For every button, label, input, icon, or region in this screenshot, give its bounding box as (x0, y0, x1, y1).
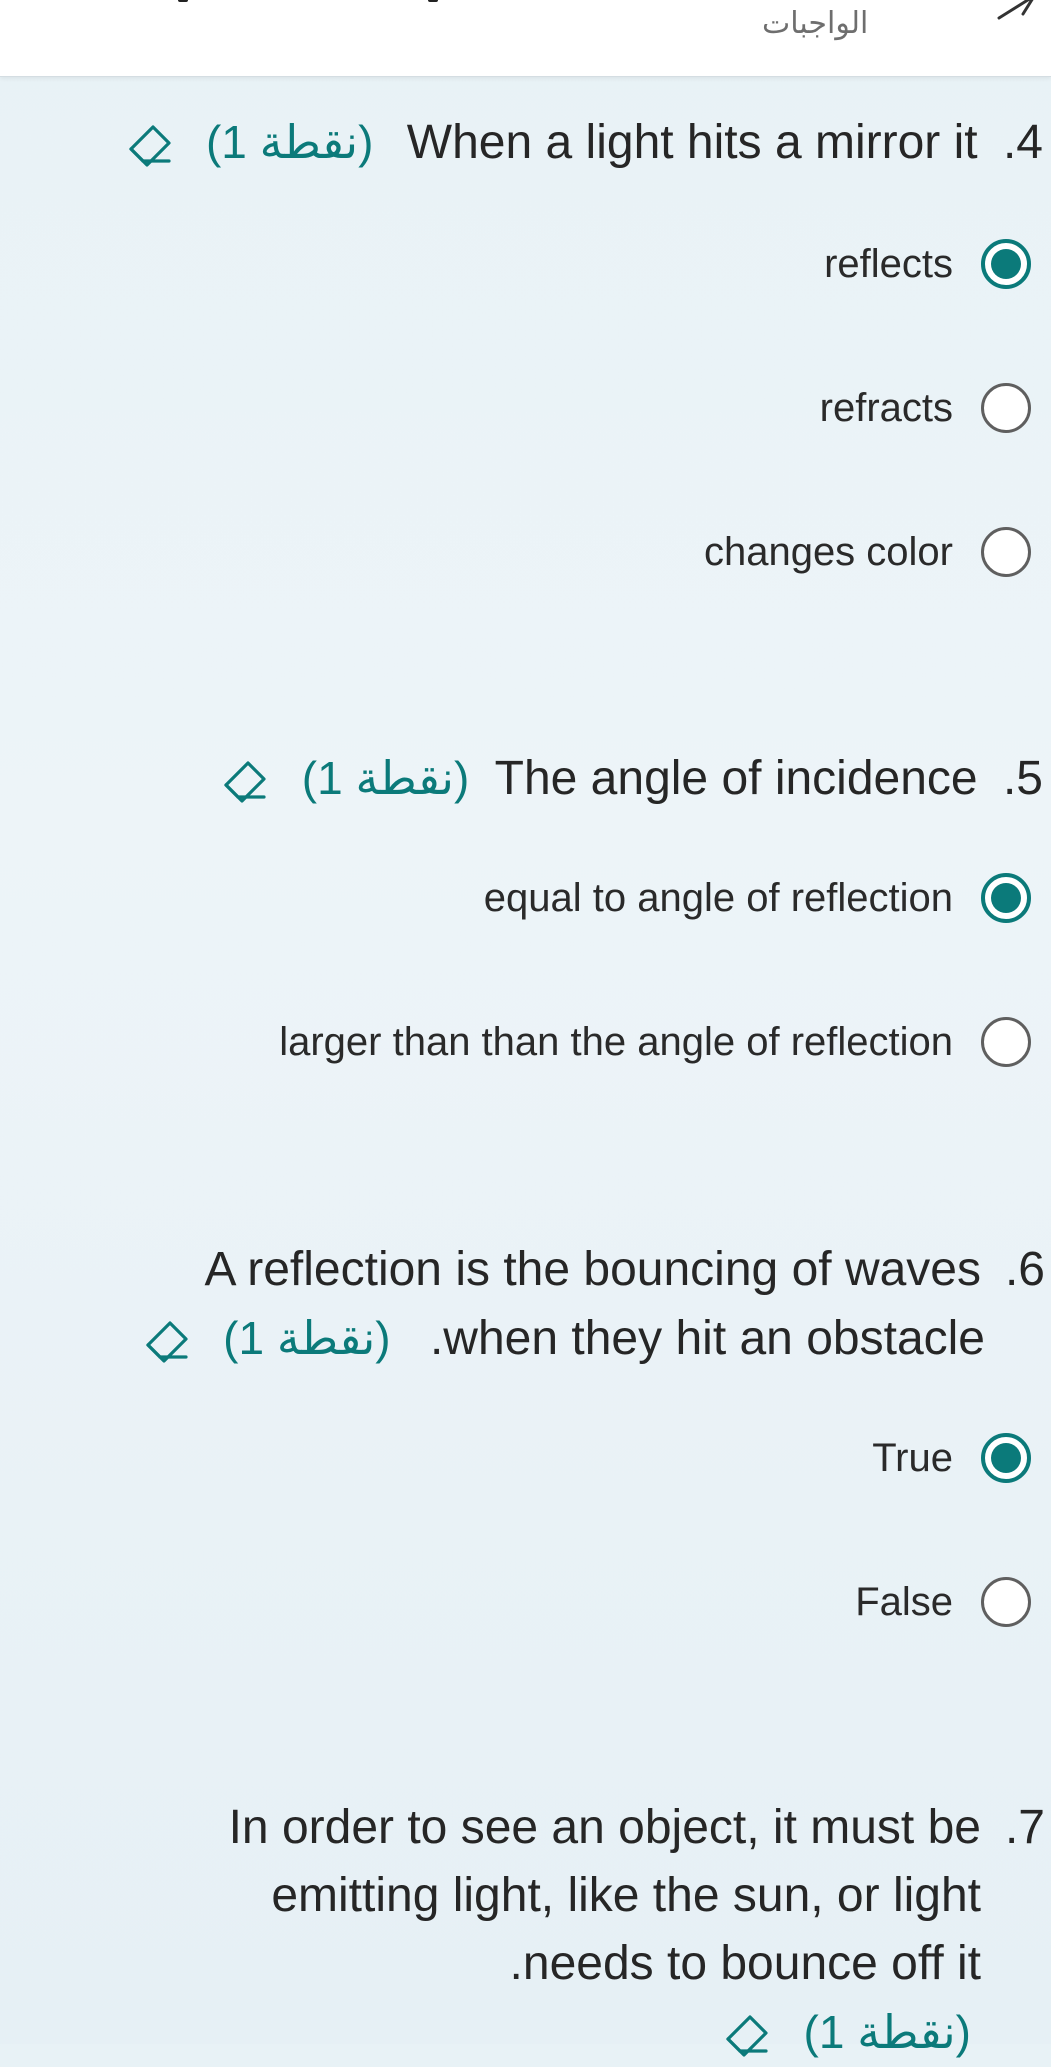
question-5-header: (1 نقطة) The angle of incidence .5 (218, 744, 1043, 813)
question-points: (1 نقطة) (205, 116, 374, 168)
question-points: (1 نقطة) (803, 2006, 971, 2058)
partial-title-glyph (178, 0, 188, 2)
option-label: True (872, 1435, 953, 1480)
radio-unselected[interactable] (981, 527, 1031, 577)
option-true[interactable]: True (872, 1426, 1031, 1490)
radio-unselected[interactable] (981, 383, 1031, 433)
option-false[interactable]: False (855, 1570, 1031, 1634)
eraser-icon[interactable] (123, 117, 179, 173)
question-4-header: (1 نقطة) When a light hits a mirror it .… (123, 108, 1043, 177)
question-number: .4 (1002, 116, 1043, 169)
option-label: False (855, 1579, 953, 1624)
radio-selected[interactable] (981, 1433, 1031, 1483)
option-changes-color[interactable]: changes color (704, 520, 1031, 584)
option-label: equal to angle of reflection (483, 875, 953, 920)
question-text-line: In order to see an object, it must be (228, 1801, 981, 1854)
question-points: (1 نقطة) (301, 752, 470, 804)
option-equal-to-angle[interactable]: equal to angle of reflection (484, 866, 1031, 930)
question-text-line: A reflection is the bouncing of waves (204, 1243, 981, 1296)
question-text-line: emitting light, like the sun, or light (271, 1869, 981, 1922)
radio-selected[interactable] (981, 239, 1031, 289)
question-text: When a light hits a mirror it (406, 116, 978, 169)
eraser-icon[interactable] (218, 753, 274, 809)
option-label: refracts (819, 385, 953, 430)
eraser-icon[interactable] (720, 2007, 776, 2063)
top-app-bar: الواجبات (0, 0, 1051, 77)
option-label: changes color (703, 529, 953, 574)
question-text: .when they hit an obstacle (429, 1312, 985, 1365)
question-text-line: .needs to bounce off it (509, 1937, 981, 1990)
question-6-line2: (1 نقطة) .when they hit an obstacle (140, 1304, 985, 1373)
radio-unselected[interactable] (981, 1577, 1031, 1627)
question-number: .7 (1004, 1801, 1045, 1854)
question-number: .6 (1004, 1243, 1045, 1296)
question-points: (1 نقطة) (223, 1312, 391, 1364)
option-label: larger than than the angle of reflection (279, 1019, 953, 1064)
option-larger-than[interactable]: larger than than the angle of reflection (279, 1010, 1031, 1074)
question-7-points-row: (1 نقطة) (720, 1998, 971, 2067)
option-reflects[interactable]: reflects (824, 232, 1031, 296)
page-title: الواجبات (762, 7, 869, 40)
back-arrow-icon[interactable] (993, 0, 1037, 22)
question-text: The angle of incidence (494, 752, 978, 805)
radio-selected[interactable] (981, 873, 1031, 923)
radio-unselected[interactable] (981, 1017, 1031, 1067)
eraser-icon[interactable] (140, 1313, 196, 1369)
option-refracts[interactable]: refracts (820, 376, 1031, 440)
partial-title-glyph (428, 0, 438, 2)
question-number: .5 (1002, 752, 1043, 805)
option-label: reflects (824, 241, 953, 286)
